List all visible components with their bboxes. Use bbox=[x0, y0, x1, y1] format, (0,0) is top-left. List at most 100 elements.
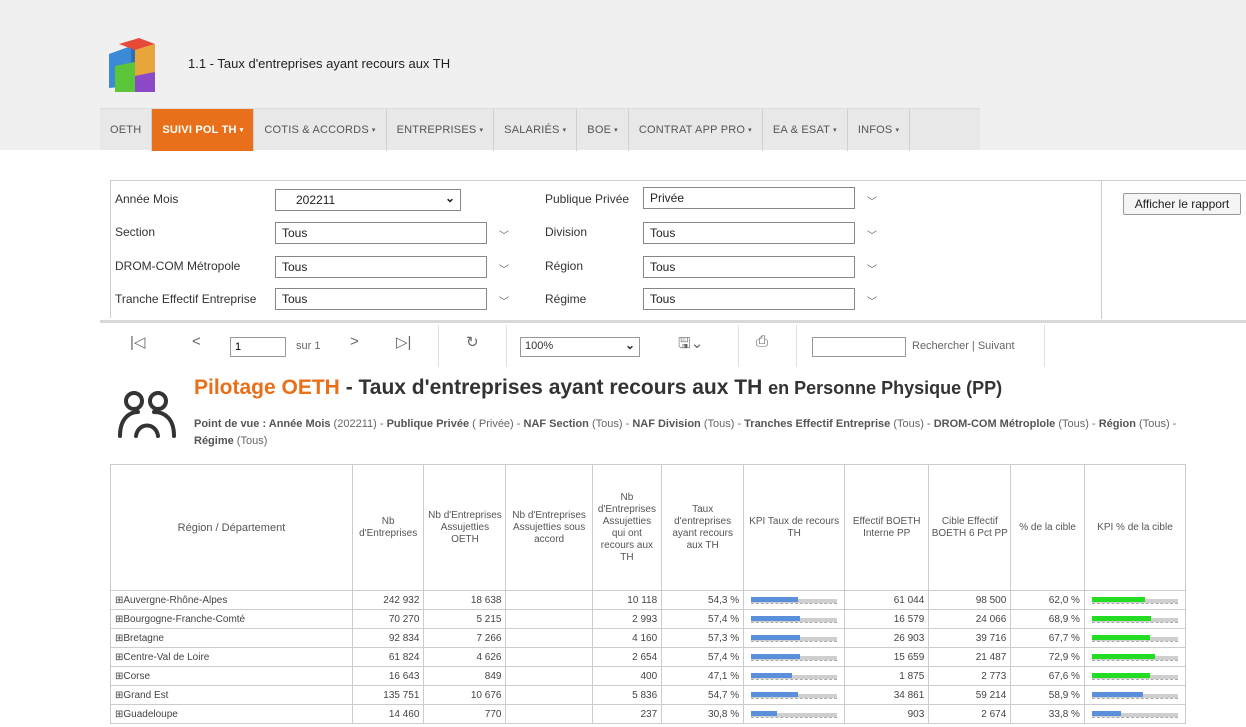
nav-label: BOE bbox=[587, 124, 612, 136]
sous-accord-cell bbox=[505, 685, 593, 705]
main-nav: OETH SUIVI POL TH ▾ COTIS & ACCORDS ▾ ENTR… bbox=[100, 108, 980, 151]
pov-value: (Tous) bbox=[233, 435, 268, 447]
nb-entreprises-cell: 16 643 bbox=[351, 666, 425, 686]
pov-key: Publique Privée bbox=[386, 418, 470, 430]
effectif-cell: 1 875 bbox=[844, 666, 930, 686]
table-row: ⊞Corse 16 643 849 400 47,1 % 1 875 2 773 67,6 % bbox=[110, 666, 1187, 686]
region-cell[interactable]: ⊞Bourgogne-Franche-Comté bbox=[110, 609, 353, 629]
pov-value: (Tous) - bbox=[588, 418, 633, 430]
regime-input[interactable]: Tous bbox=[643, 288, 855, 310]
save-export-icon[interactable]: 🖫⌄ bbox=[678, 333, 703, 358]
section-input[interactable]: Tous bbox=[275, 222, 487, 244]
find-next-links[interactable]: Rechercher | Suivant bbox=[912, 340, 1015, 352]
print-icon[interactable]: ⎙ bbox=[756, 333, 768, 350]
kpi-taux-cell bbox=[743, 609, 846, 629]
chevron-down-icon[interactable]: ﹀ bbox=[867, 227, 877, 242]
kpi-bar bbox=[1091, 672, 1178, 680]
table-body: ⊞Auvergne-Rhône-Alpes 242 932 18 638 10 118… bbox=[110, 590, 1187, 724]
nb-entreprises-cell: 14 460 bbox=[351, 704, 425, 724]
nav-item-ea-esat[interactable]: EA & ESAT ▾ bbox=[763, 109, 848, 151]
tranche-input[interactable]: Tous bbox=[275, 288, 487, 310]
pov-key: Tranches Effectif Entreprise bbox=[744, 418, 891, 430]
filter-label-section: Section bbox=[115, 225, 156, 239]
cible-cell: 2 674 bbox=[928, 704, 1012, 724]
refresh-icon[interactable]: ↻ bbox=[466, 333, 479, 351]
first-page-icon[interactable]: |◁ bbox=[130, 333, 145, 351]
filter-label-division: Division bbox=[545, 225, 588, 239]
nav-item-contrat-app-pro[interactable]: CONTRAT APP PRO ▾ bbox=[629, 109, 763, 151]
filter-label-dromcom: DROM-COM Métropole bbox=[115, 259, 241, 273]
pov-value: (Tous) - bbox=[700, 418, 745, 430]
dromcom-input[interactable]: Tous bbox=[275, 256, 487, 278]
sous-accord-cell bbox=[505, 628, 593, 648]
kpi-bar bbox=[751, 596, 838, 604]
filter-panel: Année Mois 202211 ⌄ Section Tous ﹀ DROM-C… bbox=[110, 180, 1246, 319]
nav-item-cotis-accords[interactable]: COTIS & ACCORDS ▾ bbox=[254, 109, 387, 151]
kpi-cible-cell bbox=[1083, 609, 1187, 629]
toolbar-separator bbox=[796, 325, 797, 367]
region-cell[interactable]: ⊞Auvergne-Rhône-Alpes bbox=[110, 590, 353, 610]
cube-logo-icon bbox=[109, 38, 155, 92]
nav-item-infos[interactable]: INFOS ▾ bbox=[848, 109, 911, 151]
show-report-button[interactable]: Afficher le rapport bbox=[1123, 193, 1241, 215]
zoom-select[interactable]: 100% ⌄ bbox=[520, 337, 640, 357]
cible-cell: 39 716 bbox=[928, 628, 1012, 648]
kpi-bar-fill bbox=[751, 616, 801, 621]
col-header-kpi-taux: KPI Taux de recours TH bbox=[743, 464, 846, 591]
kpi-bar bbox=[1091, 710, 1178, 718]
region-cell[interactable]: ⊞Guadeloupe bbox=[110, 704, 353, 724]
kpi-taux-cell bbox=[743, 590, 846, 610]
kpi-cible-cell bbox=[1083, 647, 1187, 667]
chevron-down-icon[interactable]: ﹀ bbox=[867, 193, 877, 208]
nav-label: COTIS & ACCORDS bbox=[264, 124, 369, 136]
table-row: ⊞Centre-Val de Loire 61 824 4 626 2 654 57,4… bbox=[110, 647, 1187, 667]
annee-mois-select[interactable]: 202211 ⌄ bbox=[275, 189, 461, 211]
chevron-down-icon[interactable]: ﹀ bbox=[499, 293, 509, 308]
nav-item-salaries[interactable]: SALARIÉS ▾ bbox=[494, 109, 578, 151]
last-page-icon[interactable]: ▷| bbox=[396, 333, 411, 351]
report-toolbar: |◁ < sur 1 > ▷| ↻ 100% ⌄ 🖫⌄ ⎙ Rechercher … bbox=[100, 320, 1246, 368]
filter-label-publique: Publique Privée bbox=[545, 192, 630, 206]
input-value: Tous bbox=[650, 292, 676, 306]
nav-item-boe[interactable]: BOE ▾ bbox=[577, 109, 629, 151]
taux-cell: 57,4 % bbox=[661, 647, 745, 667]
find-input[interactable] bbox=[812, 337, 906, 357]
region-cell[interactable]: ⊞Grand Est bbox=[110, 685, 353, 705]
pct-cible-cell: 33,8 % bbox=[1010, 704, 1085, 724]
col-header-assujetties: Nb d'Entreprises Assujetties OETH bbox=[423, 464, 507, 591]
chevron-down-icon[interactable]: ﹀ bbox=[867, 261, 877, 276]
nav-item-suivi-pol-th[interactable]: SUIVI POL TH ▾ bbox=[152, 109, 255, 151]
region-cell[interactable]: ⊞Bretagne bbox=[110, 628, 353, 648]
taux-cell: 54,7 % bbox=[661, 685, 745, 705]
chevron-down-icon[interactable]: ﹀ bbox=[499, 261, 509, 276]
division-input[interactable]: Tous bbox=[643, 222, 855, 244]
nav-item-entreprises[interactable]: ENTREPRISES ▾ bbox=[387, 109, 495, 151]
filter-label-annee-mois: Année Mois bbox=[115, 192, 179, 206]
chevron-down-icon[interactable]: ﹀ bbox=[499, 227, 509, 242]
col-header-taux: Taux d'entreprises ayant recours aux TH bbox=[661, 464, 745, 591]
next-page-icon[interactable]: > bbox=[350, 333, 359, 350]
effectif-cell: 15 659 bbox=[844, 647, 930, 667]
effectif-cell: 61 044 bbox=[844, 590, 930, 610]
region-cell[interactable]: ⊞Centre-Val de Loire bbox=[110, 647, 353, 667]
table-row: ⊞Bourgogne-Franche-Comté 70 270 5 215 2 993… bbox=[110, 609, 1187, 629]
previous-page-icon[interactable]: < bbox=[192, 333, 201, 350]
region-cell[interactable]: ⊞Corse bbox=[110, 666, 353, 686]
publique-input[interactable]: Privée bbox=[643, 187, 855, 209]
nav-item-oeth[interactable]: OETH bbox=[100, 109, 153, 151]
caret-down-icon: ▾ bbox=[479, 127, 484, 134]
kpi-bar bbox=[751, 653, 838, 661]
kpi-bar-fill bbox=[1091, 635, 1150, 640]
region-input[interactable]: Tous bbox=[643, 256, 855, 278]
page-number-input[interactable] bbox=[230, 337, 286, 357]
zoom-value: 100% bbox=[525, 340, 554, 352]
effectif-cell: 34 861 bbox=[844, 685, 930, 705]
report-title-scope: en Personne Physique (PP) bbox=[768, 378, 1003, 398]
pov-key: DROM-COM Métroplole bbox=[933, 418, 1056, 430]
kpi-cible-cell bbox=[1083, 628, 1187, 648]
report-title: Pilotage OETH - Taux d'entreprises ayant… bbox=[194, 376, 1002, 400]
pov-value: (Tous) - bbox=[1135, 418, 1177, 430]
pct-cible-cell: 58,9 % bbox=[1010, 685, 1085, 705]
recours-cell: 10 118 bbox=[591, 590, 663, 610]
chevron-down-icon[interactable]: ﹀ bbox=[867, 293, 877, 308]
